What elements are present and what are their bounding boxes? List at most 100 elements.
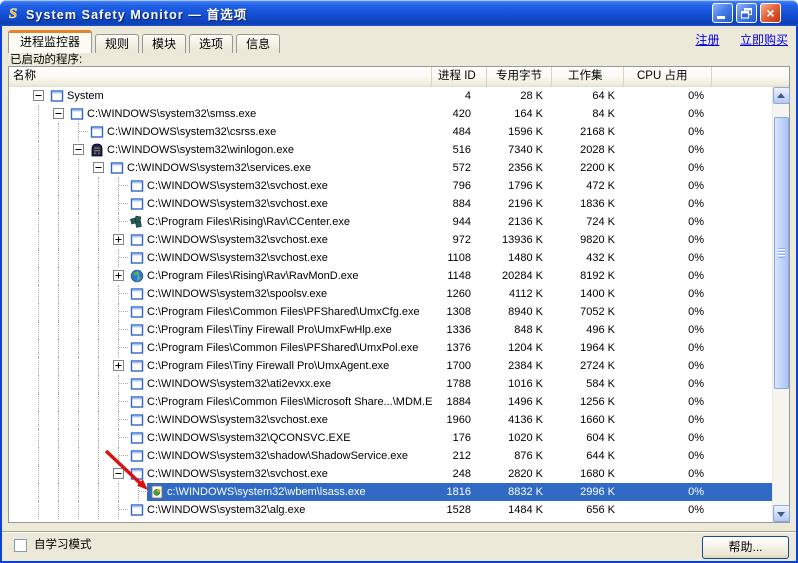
tree-guide [98,177,99,195]
process-row[interactable]: C:\WINDOWS\system32\smss.exe 420 164 K 84 K… [9,105,772,123]
name-cell: C:\WINDOWS\system32\ati2evxx.exe [9,375,432,393]
private-bytes-cell: 2384 K [508,360,543,372]
buy-now-link[interactable]: 立即购买 [740,33,788,47]
scroll-down-button[interactable] [773,505,790,522]
process-tree-list: 名称 进程 ID 专用字节 工作集 CPU 占用 System 4 28 K 64 K 0% C:… [8,66,790,523]
cpu-cell: 0% [688,378,704,390]
scrollbar-grip [778,248,785,258]
help-button[interactable]: 帮助... [702,536,789,559]
process-row[interactable]: C:\Program Files\Tiny Firewall Pro\UmxFw… [9,321,772,339]
tree-guide [38,411,39,429]
process-row[interactable]: C:\Program Files\Common Files\Microsoft … [9,393,772,411]
working-set-cell: 472 K [586,180,615,192]
name-cell: C:\WINDOWS\system32\svchost.exe [9,249,432,267]
tree-collapse-toggle[interactable] [53,108,64,119]
cpu-cell: 0% [688,396,704,408]
tree-guide [78,339,79,357]
process-row[interactable]: C:\Program Files\Rising\Rav\RavMonD.exe 1… [9,267,772,285]
tree-guide [98,303,99,321]
column-header-2[interactable]: 专用字节 [487,67,552,87]
process-row[interactable]: System 4 28 K 64 K 0% [9,87,772,105]
tree-expand-toggle[interactable] [113,270,124,281]
pid-cell: 1960 [446,414,471,426]
process-row[interactable]: C:\WINDOWS\system32\svchost.exe 884 2196 K… [9,195,772,213]
tree-guide [58,501,59,519]
pid-cell: 1336 [446,324,471,336]
pid-cell: 1816 [446,486,471,498]
process-path: C:\WINDOWS\system32\winlogon.exe [107,144,295,156]
private-bytes-cell: 876 K [514,450,543,462]
process-row[interactable]: c:\WINDOWS\system32\wbem\lsass.exe 1816 88… [9,483,772,501]
tab-2[interactable]: 模块 [142,34,187,53]
process-row[interactable]: C:\WINDOWS\system32\svchost.exe 248 2820 K… [9,465,772,483]
process-row[interactable]: C:\WINDOWS\system32\svchost.exe 972 13936 … [9,231,772,249]
restore-button[interactable] [736,3,757,23]
tree-guide [38,231,39,249]
scrollbar-thumb[interactable] [774,117,789,389]
process-row[interactable]: C:\WINDOWS\system32\QCONSVC.EXE 176 1020 K… [9,429,772,447]
process-row[interactable]: C:\WINDOWS\system32\services.exe 572 2356 … [9,159,772,177]
process-row[interactable]: C:\WINDOWS\system32\shadow\ShadowService… [9,447,772,465]
process-row[interactable]: C:\WINDOWS\system32\alg.exe 1528 1484 K 656… [9,501,772,519]
column-header-3[interactable]: 工作集 [552,67,624,87]
name-cell: C:\WINDOWS\system32\svchost.exe [9,411,432,429]
tree-guide [118,321,119,339]
pid-cell: 1260 [446,288,471,300]
process-row[interactable]: C:\WINDOWS\system32\svchost.exe 1960 4136 … [9,411,772,429]
tree-guide [38,213,39,231]
tab-1[interactable]: 规则 [95,34,140,53]
process-row[interactable]: C:\Program Files\Tiny Firewall Pro\UmxAg… [9,357,772,375]
working-set-cell: 7052 K [580,306,615,318]
process-row[interactable]: C:\WINDOWS\system32\csrss.exe 484 1596 K 21… [9,123,772,141]
self-learning-checkbox[interactable] [14,539,27,552]
process-row[interactable]: C:\Program Files\Common Files\PFShared\U… [9,303,772,321]
tree-guide [98,393,99,411]
private-bytes-cell: 8940 K [508,306,543,318]
title-bar[interactable]: S System Safety Monitor — 首选项 × [0,0,798,26]
tree-collapse-toggle[interactable] [73,144,84,155]
working-set-cell: 2028 K [580,144,615,156]
name-cell: C:\WINDOWS\system32\smss.exe [9,105,432,123]
working-set-cell: 604 K [586,432,615,444]
process-row[interactable]: C:\WINDOWS\system32\ati2evxx.exe 1788 1016… [9,375,772,393]
process-row[interactable]: C:\Program Files\Common Files\PFShared\U… [9,339,772,357]
private-bytes-cell: 7340 K [508,144,543,156]
process-row[interactable]: C:\WINDOWS\system32\svchost.exe 796 1796 K… [9,177,772,195]
tab-label: 进程监控器 [20,35,81,49]
globe-icon [130,269,144,283]
tree-collapse-toggle[interactable] [93,162,104,173]
tree-collapse-toggle[interactable] [113,468,124,479]
tab-3[interactable]: 选项 [189,34,234,53]
working-set-cell: 496 K [586,324,615,336]
column-header-0[interactable]: 名称 [9,67,432,87]
window-icon [130,359,144,373]
tree-expand-toggle[interactable] [113,234,124,245]
pid-cell: 1376 [446,342,471,354]
scroll-up-button[interactable] [773,87,790,104]
row-label: C:\Program Files\Common Files\PFShared\U… [130,303,420,321]
tree-collapse-toggle[interactable] [33,90,44,101]
close-button[interactable]: × [760,3,781,23]
tab-0[interactable]: 进程监控器 [8,30,93,53]
row-label: C:\WINDOWS\system32\ati2evxx.exe [130,375,331,393]
process-row[interactable]: C:\WINDOWS\system32\svchost.exe 1108 1480 … [9,249,772,267]
column-header-4[interactable]: CPU 占用 [624,67,712,87]
tree-guide [58,249,59,267]
tab-4[interactable]: 信息 [236,34,281,53]
pid-cell: 884 [452,198,471,210]
register-link[interactable]: 注册 [696,33,720,47]
tree-guide [58,465,59,483]
name-cell: C:\WINDOWS\system32\svchost.exe [9,177,432,195]
tree-guide [118,213,119,231]
process-row[interactable]: C:\WINDOWS\system32\spoolsv.exe 1260 4112 … [9,285,772,303]
process-row[interactable]: C:\Program Files\Rising\Rav\CCenter.exe 9… [9,213,772,231]
process-row[interactable]: C:\WINDOWS\system32\winlogon.exe 516 7340 … [9,141,772,159]
window-icon [130,305,144,319]
vertical-scrollbar[interactable] [772,87,790,522]
column-header-1[interactable]: 进程 ID [432,67,487,87]
private-bytes-cell: 13936 K [502,234,543,246]
tree-expand-toggle[interactable] [113,360,124,371]
tree-guide [58,195,59,213]
minimize-button[interactable] [712,3,733,23]
tree-guide [98,285,99,303]
